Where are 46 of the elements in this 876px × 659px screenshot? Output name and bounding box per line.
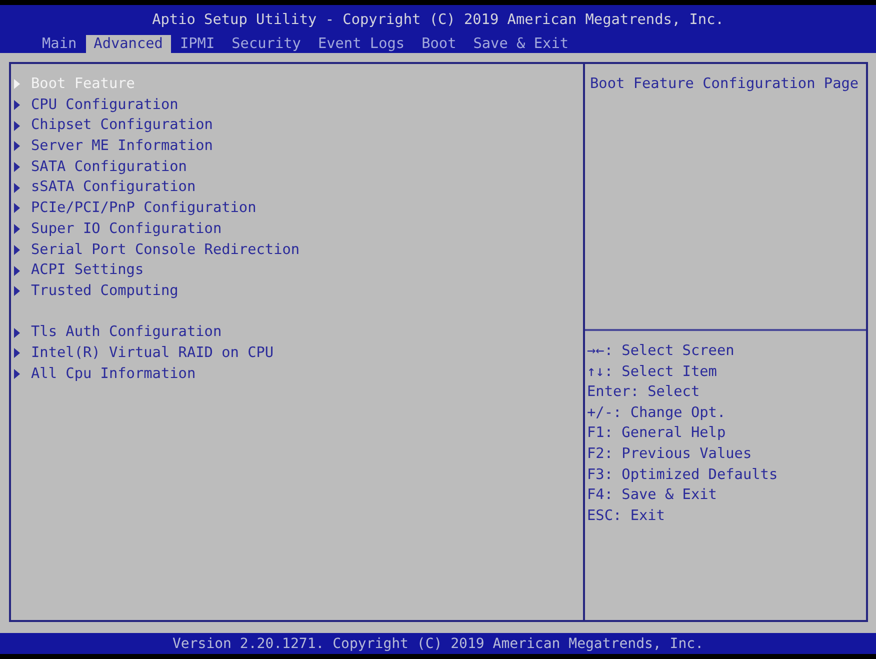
triangle-icon <box>14 79 20 90</box>
menu-item[interactable]: sSATA Configuration <box>14 177 196 198</box>
shortcut-hint: F3: Optimized Defaults <box>587 466 778 485</box>
tab[interactable]: Main <box>34 35 85 53</box>
triangle-icon <box>14 203 20 214</box>
triangle-icon <box>14 266 20 276</box>
triangle-icon <box>14 162 20 172</box>
version-text: Version 2.20.1271. Copyright (C) 2019 American Megatrends, Inc. <box>172 636 704 652</box>
menu-item[interactable]: ACPI Settings <box>14 260 144 281</box>
menu-item[interactable]: SATA Configuration <box>14 156 187 178</box>
tab[interactable]: IPMI <box>172 35 223 53</box>
tab[interactable]: Advanced <box>86 35 171 53</box>
shortcut-hint: +/-: Change Opt. <box>587 404 726 423</box>
menu-item[interactable]: PCIe/PCI/PnP Configuration <box>14 198 256 219</box>
triangle-icon <box>14 368 20 379</box>
triangle-icon <box>14 224 20 234</box>
menu-item[interactable]: Chipset Configuration <box>14 115 213 136</box>
tab[interactable]: Boot <box>414 35 464 53</box>
shortcut-hint: ↑↓: Select Item <box>587 362 717 382</box>
menu-item[interactable]: All Cpu Information <box>14 364 196 384</box>
shortcut-hint: ESC: Exit <box>587 506 665 526</box>
shortcut-hint: F4: Save & Exit <box>587 486 717 506</box>
shortcut-hint: F2: Previous Values <box>587 444 752 464</box>
menu-item[interactable]: CPU Configuration <box>14 94 178 116</box>
triangle-icon <box>14 141 20 152</box>
shortcut-hint: Enter: Select <box>587 383 700 402</box>
tab[interactable]: Save & Exit <box>465 35 577 53</box>
menu-item[interactable]: Trusted Computing <box>14 280 178 302</box>
menu-item[interactable]: Super IO Configuration <box>14 218 222 240</box>
menu-item[interactable]: Intel(R) Virtual RAID on CPU <box>14 342 274 364</box>
triangle-icon <box>14 182 20 193</box>
shortcut-hint: →←: Select Screen <box>587 342 734 361</box>
triangle-icon <box>14 348 20 358</box>
triangle-icon <box>14 328 20 338</box>
menu-item[interactable]: Server ME Information <box>14 136 213 157</box>
help-text: Boot Feature Configuration Page <box>590 75 859 94</box>
triangle-icon <box>14 100 20 110</box>
menu-item[interactable]: Serial Port Console Redirection <box>14 240 300 260</box>
triangle-icon <box>14 244 20 255</box>
tab[interactable]: Event Logs <box>310 35 413 53</box>
triangle-icon <box>14 286 20 296</box>
menu-item[interactable]: Tls Auth Configuration <box>14 322 222 343</box>
tab[interactable]: Security <box>224 35 309 53</box>
shortcut-hint: F1: General Help <box>587 424 726 444</box>
triangle-icon <box>14 120 20 131</box>
window-title: Aptio Setup Utility - Copyright (C) 2019 American Megatrends, Inc. <box>151 11 725 29</box>
